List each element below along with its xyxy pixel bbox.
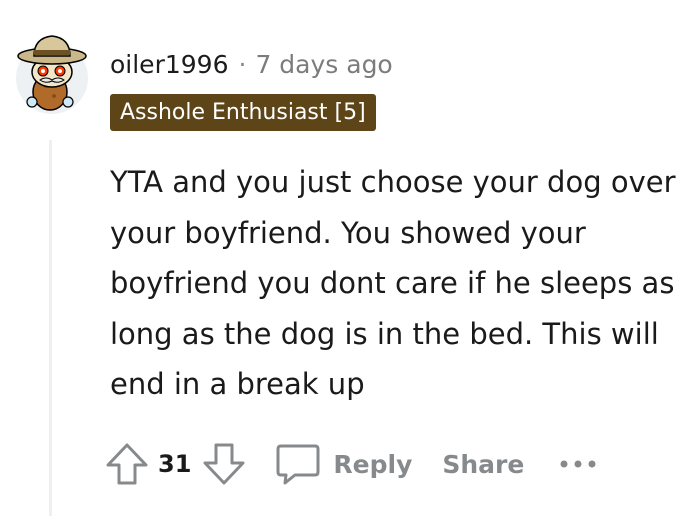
share-label: Share xyxy=(442,449,525,479)
username-link[interactable]: oiler1996 xyxy=(110,50,228,79)
more-options-button[interactable] xyxy=(558,458,598,470)
comment-meta: oiler1996 · 7 days ago xyxy=(110,44,393,84)
downvote-icon[interactable] xyxy=(201,441,247,487)
comment-body: YTA and you just choose your dog over yo… xyxy=(110,165,676,401)
vote-count: 31 xyxy=(158,450,192,478)
reply-button[interactable]: Reply xyxy=(275,442,412,486)
user-avatar[interactable] xyxy=(12,28,92,116)
user-flair: Asshole Enthusiast [5] xyxy=(110,94,376,131)
upvote-icon[interactable] xyxy=(104,441,150,487)
timestamp-link[interactable]: 7 days ago xyxy=(255,50,392,79)
meta-separator: · xyxy=(238,49,247,79)
more-options-icon xyxy=(558,458,598,470)
thread-line[interactable] xyxy=(49,140,52,516)
reply-label: Reply xyxy=(333,449,413,479)
snoo-avatar-icon xyxy=(16,35,88,114)
comment-actions: 31 Reply Share xyxy=(104,438,598,490)
share-button[interactable]: Share xyxy=(442,450,524,479)
comment: oiler1996 · 7 days ago Asshole Enthusias… xyxy=(0,0,700,527)
speech-bubble-icon xyxy=(275,442,321,486)
